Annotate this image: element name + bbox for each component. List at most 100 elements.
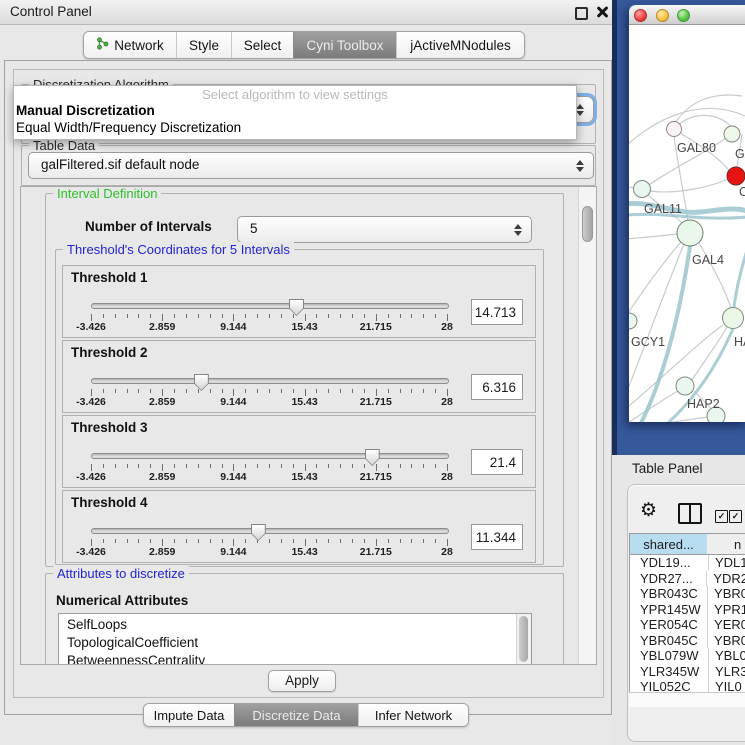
settings-scrollbar[interactable] xyxy=(578,187,596,664)
list-scrollbar-thumb[interactable] xyxy=(519,616,528,662)
network-edge[interactable] xyxy=(650,179,728,192)
number-of-intervals-spinner[interactable]: 5 xyxy=(237,216,532,243)
slider-tick xyxy=(423,314,424,318)
tab-network[interactable]: Network xyxy=(84,32,176,58)
tab-discretize-data[interactable]: Discretize Data xyxy=(234,704,358,726)
network-window-titlebar[interactable] xyxy=(629,5,745,25)
node-top-right[interactable] xyxy=(724,126,740,142)
table-row[interactable]: YBR043CYBR0 xyxy=(630,586,745,602)
apply-button[interactable]: Apply xyxy=(268,670,336,692)
tab-infer-network[interactable]: Infer Network xyxy=(358,704,468,726)
list-item[interactable]: BetweennessCentrality xyxy=(67,652,205,665)
slider-tick-label: 28 xyxy=(417,321,477,333)
menu-item-equal-width-frequency[interactable]: Equal Width/Frequency Discretization xyxy=(16,120,241,135)
table-row[interactable]: YDL19...YDL1 xyxy=(630,555,745,571)
tab-style[interactable]: Style xyxy=(176,32,231,58)
table-cell[interactable]: YBR0 xyxy=(707,633,745,649)
tab-label: Discretize Data xyxy=(252,708,340,723)
table-row[interactable]: YIL052CYIL0 xyxy=(630,679,745,692)
menu-item-manual-discretization[interactable]: Manual Discretization xyxy=(16,103,155,118)
tab-impute-data[interactable]: Impute Data xyxy=(144,704,234,726)
threshold-4-slider-track[interactable] xyxy=(91,528,449,534)
table-row[interactable]: YPR145WYPR1 xyxy=(630,602,745,618)
table-row[interactable]: YLR345WYLR3 xyxy=(630,664,745,680)
slider-tick xyxy=(340,539,341,543)
threshold-1-value-field[interactable]: 14.713 xyxy=(471,299,523,325)
table-cell[interactable]: YBL0 xyxy=(708,648,745,664)
table-cell[interactable]: YIL0 xyxy=(708,679,742,692)
threshold-1-slider-handle[interactable] xyxy=(289,299,304,316)
table-row[interactable]: YDR27...YDR2 xyxy=(630,571,745,587)
table-cell[interactable]: YBR045C xyxy=(630,633,707,649)
table-cell[interactable]: YLR3 xyxy=(708,664,745,680)
slider-tick xyxy=(376,389,377,396)
threshold-4-value-field[interactable]: 11.344 xyxy=(471,524,523,550)
gear-icon[interactable] xyxy=(640,500,657,522)
close-window-icon[interactable] xyxy=(634,9,647,22)
table-cell[interactable]: YBL079W xyxy=(630,648,708,664)
threshold-2-slider-track[interactable] xyxy=(91,378,449,384)
node-gcy1[interactable] xyxy=(629,313,637,329)
settings-scrollbar-thumb[interactable] xyxy=(582,206,593,242)
table-cell[interactable]: YDR27... xyxy=(630,571,706,587)
slider-tick xyxy=(174,389,175,393)
column-header-name[interactable]: n xyxy=(707,533,745,555)
network-edge[interactable] xyxy=(629,242,681,313)
slider-tick xyxy=(364,539,365,543)
tab-select[interactable]: Select xyxy=(231,32,293,58)
node-hap2[interactable] xyxy=(676,377,694,395)
table-cell[interactable]: YPR1 xyxy=(707,602,745,618)
table-row[interactable]: YBR045CYBR0 xyxy=(630,633,745,649)
table-row[interactable]: YER054CYER0 xyxy=(630,617,745,633)
threshold-3-slider-handle[interactable] xyxy=(365,449,380,466)
table-cell[interactable]: YER054C xyxy=(630,617,707,633)
threshold-2-value-field[interactable]: 6.316 xyxy=(471,374,523,400)
network-edge[interactable] xyxy=(629,234,677,240)
panel-divider[interactable] xyxy=(612,0,617,455)
checkbox-checked-icon[interactable] xyxy=(729,510,742,523)
zoom-window-icon[interactable] xyxy=(677,9,690,22)
node-red[interactable] xyxy=(727,167,745,185)
list-item[interactable]: SelfLoops xyxy=(67,616,127,633)
float-icon[interactable] xyxy=(575,7,588,20)
list-scrollbar[interactable] xyxy=(516,614,531,665)
table-cell[interactable]: YPR145W xyxy=(630,602,707,618)
split-columns-icon[interactable] xyxy=(678,503,702,524)
app-root: Control Panel NetworkStyleSelectCyni Too… xyxy=(0,0,745,745)
threshold-1-slider-track[interactable] xyxy=(91,303,449,309)
node-gal11[interactable] xyxy=(634,181,651,198)
minimize-window-icon[interactable] xyxy=(656,9,669,22)
list-item[interactable]: TopologicalCoefficient xyxy=(67,634,198,651)
tab-cyni-toolbox[interactable]: Cyni Toolbox xyxy=(293,32,396,58)
threshold-4-slider-handle[interactable] xyxy=(251,524,266,541)
table-row[interactable]: YBL079WYBL0 xyxy=(630,648,745,664)
table-cell[interactable]: YDL19... xyxy=(630,555,708,571)
table-cell[interactable]: YBR043C xyxy=(630,586,707,602)
network-graph[interactable]: GAL80GACGAL11GAL4GCY1HAHAP2 xyxy=(629,25,745,422)
table-cell[interactable]: YER0 xyxy=(707,617,745,633)
close-icon[interactable] xyxy=(596,5,609,18)
slider-tick xyxy=(115,464,116,468)
node-h[interactable] xyxy=(723,308,744,329)
numerical-attributes-list[interactable]: SelfLoopsTopologicalCoefficientBetweenne… xyxy=(58,613,532,665)
table-horizontal-scrollbar[interactable] xyxy=(629,692,745,707)
threshold-2-slider-handle[interactable] xyxy=(194,374,209,391)
table-cell[interactable]: YDR2 xyxy=(706,571,745,587)
node-gal80[interactable] xyxy=(667,122,682,137)
network-edge[interactable] xyxy=(629,244,684,422)
table-cell[interactable]: YLR345W xyxy=(630,664,708,680)
checkbox-checked-icon[interactable] xyxy=(715,510,728,523)
network-edge-highlighted[interactable] xyxy=(640,246,690,422)
tab-jactivemnodules[interactable]: jActiveMNodules xyxy=(396,32,524,58)
threshold-3-value-field[interactable]: 21.4 xyxy=(471,449,523,475)
threshold-3-slider-track[interactable] xyxy=(91,453,449,459)
table-cell[interactable]: YBR0 xyxy=(707,586,745,602)
network-edge-highlighted[interactable] xyxy=(734,250,745,307)
table-data-combobox[interactable]: galFiltered.sif default node xyxy=(28,152,594,179)
column-header-shared[interactable]: shared... xyxy=(629,533,708,555)
table-cell[interactable]: YIL052C xyxy=(630,679,708,692)
network-edge[interactable] xyxy=(674,115,733,129)
table-cell[interactable]: YDL1 xyxy=(708,555,745,571)
node-gal4[interactable] xyxy=(677,220,703,246)
node-table[interactable]: YDL19...YDL1YDR27...YDR2YBR043CYBR0YPR14… xyxy=(629,555,745,692)
